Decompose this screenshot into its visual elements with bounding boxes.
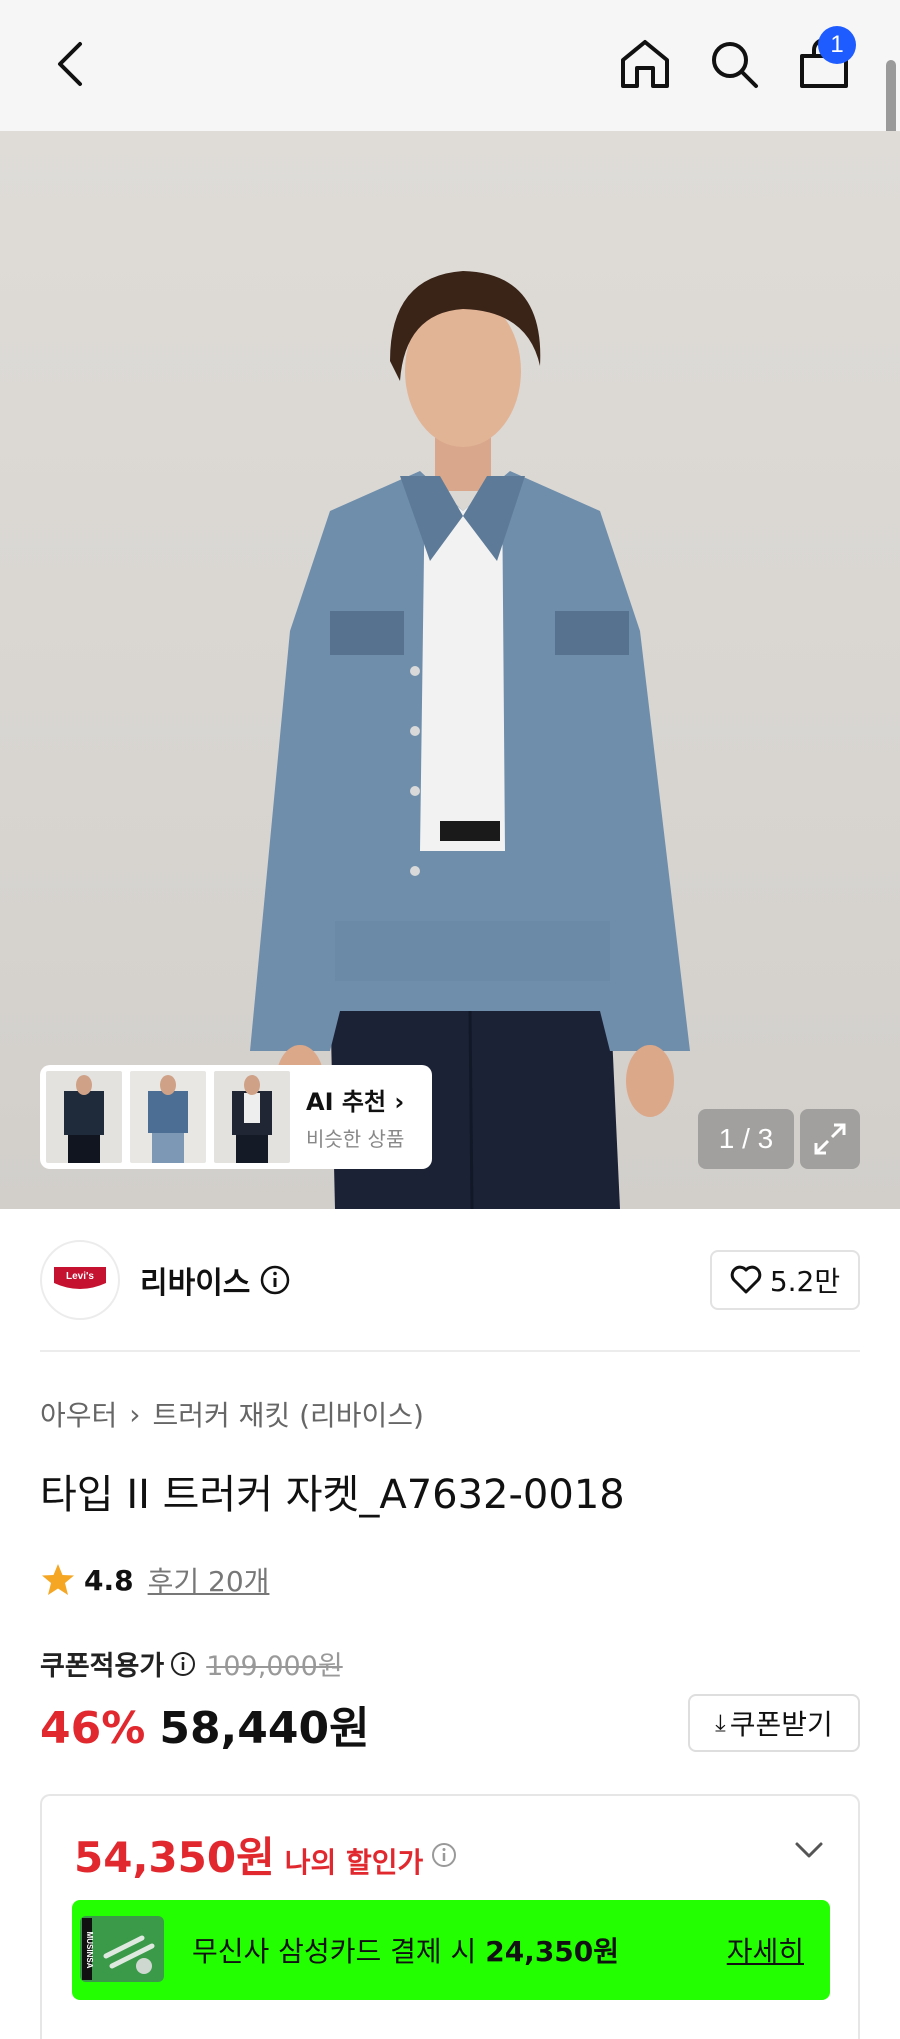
rating-score: 4.8 <box>84 1563 134 1597</box>
card-promo-text: 무신사 삼성카드 결제 시 24,350원 <box>192 1935 620 1968</box>
levis-logo-icon: Levi's <box>54 1267 106 1289</box>
cart-button[interactable]: 1 <box>788 26 860 100</box>
price-line: 46% 58,440원 <box>40 1692 370 1756</box>
like-count: 5.2만 <box>769 1265 841 1298</box>
chevron-left-icon <box>58 42 82 86</box>
info-icon[interactable] <box>260 1265 290 1295</box>
home-button[interactable] <box>609 28 681 100</box>
rating-row: 4.8 후기 20개 <box>40 1560 269 1600</box>
similar-product-thumbnail[interactable] <box>214 1071 290 1163</box>
like-button[interactable]: 5.2만 <box>710 1250 860 1310</box>
image-pager-indicator: 1 / 3 <box>698 1109 794 1169</box>
home-icon <box>621 40 669 88</box>
svg-text:MUSINSA: MUSINSA <box>85 1932 94 1969</box>
similar-product-thumbnail[interactable] <box>130 1071 206 1163</box>
musinsa-card-image: MUSINSA <box>72 1910 172 1990</box>
breadcrumb-item[interactable]: 트러커 재킷 (리바이스) <box>152 1394 424 1434</box>
cart-count-badge: 1 <box>818 26 856 64</box>
my-discount-price: 54,350원 나의 할인가 <box>74 1824 457 1885</box>
similar-product-thumbnail[interactable] <box>46 1071 122 1163</box>
heart-icon <box>730 1265 762 1294</box>
chevron-right-icon: › <box>394 1088 405 1116</box>
product-photo <box>250 271 690 1209</box>
brand-name[interactable]: 리바이스 <box>140 1258 290 1302</box>
ai-recommendation-subtitle: 비슷한 상품 <box>306 1127 405 1151</box>
card-promo-banner[interactable]: MUSINSA 무신사 삼성카드 결제 시 24,350원 자세히 <box>72 1900 830 2000</box>
download-icon: ⤓ <box>715 1709 726 1737</box>
star-icon <box>42 1564 74 1595</box>
brand-logo[interactable]: Levi's <box>40 1240 120 1320</box>
info-icon[interactable] <box>431 1842 457 1868</box>
ai-recommendation-title: AI 추천 › <box>306 1088 405 1116</box>
back-button[interactable] <box>34 28 106 100</box>
my-discount-price-label: 나의 할인가 <box>284 1846 424 1879</box>
search-icon <box>712 42 758 88</box>
ai-recommendation-card[interactable]: AI 추천 › 비슷한 상품 <box>40 1065 432 1169</box>
product-title: 타입 II 트러커 자켓_A7632-0018 <box>40 1472 625 1518</box>
svg-text:Levi's: Levi's <box>66 1271 94 1282</box>
info-icon[interactable] <box>170 1651 196 1677</box>
breadcrumb-item[interactable]: 아우터 <box>40 1394 117 1434</box>
sale-price: 58,440원 <box>159 1703 370 1754</box>
discount-rate: 46% <box>40 1703 146 1754</box>
ai-recommendation-text[interactable]: AI 추천 › 비슷한 상품 <box>306 1082 404 1152</box>
expand-image-button[interactable] <box>800 1109 860 1169</box>
coupon-price-label: 쿠폰적용가 <box>40 1651 165 1682</box>
breadcrumb: 아우터 › 트러커 재킷 (리바이스) <box>40 1394 424 1434</box>
coupon-price-line: 쿠폰적용가 109,000원 <box>40 1644 343 1683</box>
get-coupon-button[interactable]: ⤓ 쿠폰받기 <box>688 1694 860 1752</box>
top-nav-bar: 1 <box>0 0 900 186</box>
my-discount-price-box[interactable]: 54,350원 나의 할인가 MUSINSA 무신사 삼성카드 결제 시 24,… <box>40 1794 860 2039</box>
expand-icon <box>814 1123 846 1155</box>
chevron-right-icon: › <box>129 1397 141 1431</box>
divider <box>40 1350 860 1352</box>
chevron-down-icon[interactable] <box>794 1840 824 1860</box>
my-discount-price-value: 54,350원 <box>74 1833 275 1882</box>
original-price: 109,000원 <box>206 1651 343 1682</box>
search-button[interactable] <box>698 28 770 100</box>
reviews-link[interactable]: 후기 20개 <box>148 1560 270 1600</box>
card-promo-detail-link[interactable]: 자세히 <box>727 1930 804 1970</box>
product-image-carousel[interactable]: AI 추천 › 비슷한 상품 1 / 3 <box>0 131 900 1209</box>
brand-row: Levi's 리바이스 5.2만 <box>40 1240 860 1320</box>
